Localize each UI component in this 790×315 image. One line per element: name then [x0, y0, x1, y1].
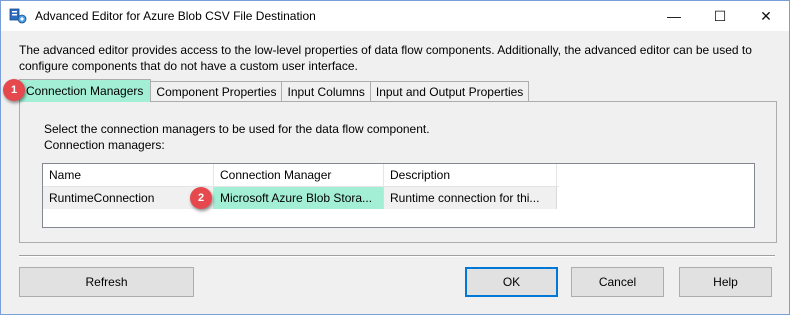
cell-connection-manager-dropdown[interactable]: Microsoft Azure Blob Stora... — [214, 187, 384, 209]
separator — [19, 255, 775, 257]
minimize-button[interactable]: — — [651, 1, 697, 31]
column-header-connection-manager[interactable]: Connection Manager — [214, 164, 384, 186]
ok-button[interactable]: OK — [465, 267, 558, 297]
window-title: Advanced Editor for Azure Blob CSV File … — [35, 9, 316, 23]
title-bar[interactable]: Advanced Editor for Azure Blob CSV File … — [1, 1, 789, 31]
panel-instruction: Select the connection managers to be use… — [44, 122, 430, 136]
connection-managers-grid: Name Connection Manager Description Runt… — [42, 163, 755, 228]
app-icon — [9, 8, 27, 24]
editor-description: The advanced editor provides access to t… — [19, 43, 752, 73]
table-row[interactable]: RuntimeConnection Microsoft Azure Blob S… — [43, 187, 557, 209]
column-header-description[interactable]: Description — [384, 164, 557, 186]
tab-component-properties[interactable]: Component Properties — [150, 81, 283, 102]
tab-input-output-properties[interactable]: Input and Output Properties — [369, 81, 530, 102]
tab-panel: Select the connection managers to be use… — [19, 101, 777, 243]
tab-connection-managers[interactable]: Connection Managers — [19, 79, 152, 102]
maximize-button[interactable]: ☐ — [697, 1, 743, 31]
cell-name[interactable]: RuntimeConnection — [43, 187, 214, 209]
step-marker-1: 1 — [3, 79, 25, 101]
connection-managers-label: Connection managers: — [44, 138, 165, 152]
column-header-name[interactable]: Name — [43, 164, 214, 186]
grid-header: Name Connection Manager Description — [43, 164, 559, 187]
tab-input-columns[interactable]: Input Columns — [281, 81, 371, 102]
cell-description[interactable]: Runtime connection for thi... — [384, 187, 557, 209]
advanced-editor-window: Advanced Editor for Azure Blob CSV File … — [0, 0, 790, 315]
close-button[interactable]: ✕ — [743, 1, 789, 31]
tab-strip: Connection Managers Component Properties… — [19, 79, 530, 102]
refresh-button[interactable]: Refresh — [19, 267, 194, 297]
step-marker-2: 2 — [190, 187, 212, 209]
help-button[interactable]: Help — [679, 267, 772, 297]
cancel-button[interactable]: Cancel — [571, 267, 664, 297]
